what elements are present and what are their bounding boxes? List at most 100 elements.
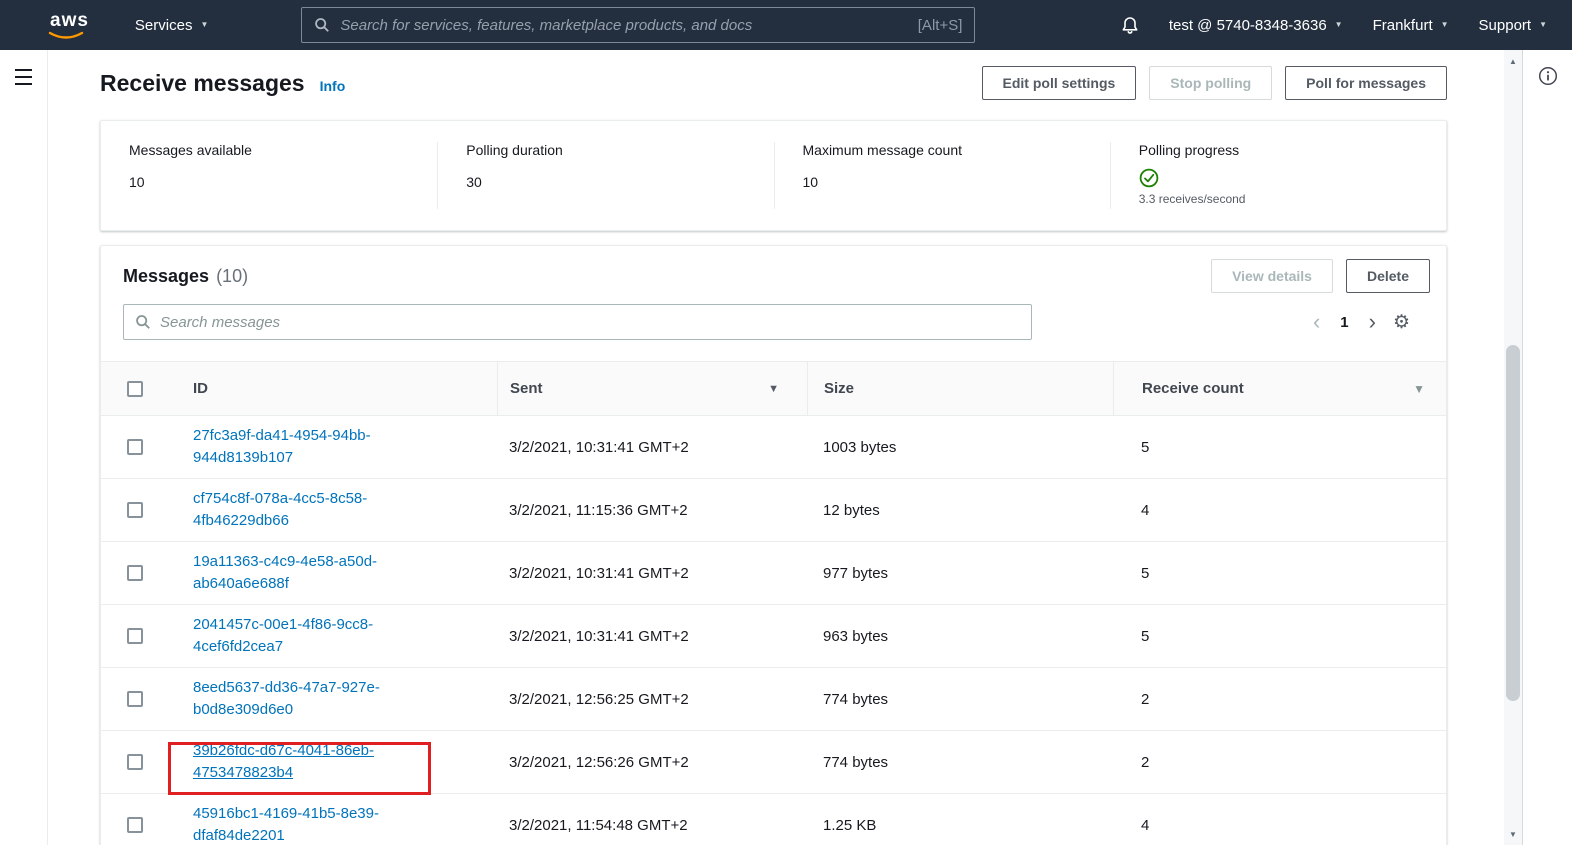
- stat-polling-progress: Polling progress 3.3 receives/second: [1109, 142, 1446, 209]
- message-id-link[interactable]: 27fc3a9f-da41-4954-94bb-944d8139b107: [193, 425, 433, 469]
- scroll-down-button[interactable]: ▼: [1504, 826, 1522, 842]
- support-menu[interactable]: Support ▼: [1479, 17, 1547, 34]
- services-label: Services: [134, 16, 193, 34]
- column-header-id[interactable]: ID: [169, 362, 497, 415]
- stat-maximum-message-count: Maximum message count 10: [773, 142, 1110, 209]
- id-cell: 45916bc1-4169-41b5-8e39-dfaf84de2201: [169, 803, 497, 845]
- receive-count-cell: 5: [1141, 438, 1150, 456]
- table-row: 39b26fdc-d67c-4041-86eb-4753478823b4 3/2…: [101, 731, 1446, 795]
- messages-search[interactable]: [123, 304, 1032, 340]
- column-header-sent[interactable]: Sent ▼: [497, 362, 807, 415]
- row-checkbox-cell: [101, 565, 169, 581]
- info-link[interactable]: Info: [320, 78, 346, 94]
- sent-cell: 3/2/2021, 12:56:26 GMT+2: [509, 753, 689, 771]
- sent-cell: 3/2/2021, 12:56:25 GMT+2: [509, 690, 689, 708]
- table-row: 2041457c-00e1-4f86-9cc8-4cef6fd2cea7 3/2…: [101, 605, 1446, 668]
- search-shortcut-hint: [Alt+S]: [917, 16, 963, 34]
- page-title: Receive messages: [100, 69, 305, 96]
- message-id-link[interactable]: 2041457c-00e1-4f86-9cc8-4cef6fd2cea7: [193, 614, 433, 658]
- size-cell: 12 bytes: [823, 501, 880, 519]
- messages-title: Messages: [123, 265, 210, 286]
- notifications-bell-icon[interactable]: [1121, 16, 1139, 35]
- aws-logo[interactable]: aws: [48, 8, 91, 43]
- message-id-link[interactable]: 8eed5637-dd36-47a7-927e-b0d8e309d6e0: [193, 677, 433, 721]
- size-cell: 774 bytes: [823, 690, 889, 708]
- stat-label: Polling progress: [1138, 142, 1240, 158]
- delete-button[interactable]: Delete: [1345, 259, 1430, 293]
- chevron-down-icon: ▼: [1539, 20, 1547, 29]
- chevron-down-icon: ▼: [200, 20, 209, 29]
- scroll-up-button[interactable]: ▲: [1504, 53, 1522, 69]
- row-checkbox-cell: [101, 439, 169, 455]
- table-row: cf754c8f-078a-4cc5-8c58-4fb46229db66 3/2…: [101, 479, 1446, 542]
- polling-rate-text: 3.3 receives/second: [1138, 192, 1246, 206]
- current-page-number[interactable]: 1: [1340, 314, 1348, 331]
- message-id-link[interactable]: 39b26fdc-d67c-4041-86eb-4753478823b4: [193, 740, 433, 784]
- table-row: 45916bc1-4169-41b5-8e39-dfaf84de2201 3/2…: [101, 794, 1446, 845]
- column-header-receive-count[interactable]: Receive count ▼: [1113, 362, 1446, 415]
- polling-stats-panel: Messages available 10 Polling duration 3…: [100, 120, 1447, 231]
- stop-polling-button[interactable]: Stop polling: [1149, 66, 1273, 100]
- stat-label: Polling duration: [466, 142, 563, 158]
- right-help-rail: [1522, 50, 1572, 845]
- sort-descending-icon[interactable]: ▼: [768, 383, 779, 395]
- column-header-receive-count-label: Receive count: [1142, 380, 1244, 397]
- chevron-right-icon[interactable]: ›: [1369, 311, 1376, 333]
- id-cell: 2041457c-00e1-4f86-9cc8-4cef6fd2cea7: [169, 614, 497, 658]
- column-header-size[interactable]: Size: [807, 362, 1113, 415]
- row-checkbox-cell: [101, 754, 169, 770]
- main-content: Receive messages Info Edit poll settings…: [48, 50, 1504, 845]
- vertical-scrollbar[interactable]: ▲ ▼: [1504, 50, 1522, 845]
- stat-value: 10: [129, 174, 145, 190]
- size-cell: 774 bytes: [823, 753, 889, 771]
- poll-for-messages-button[interactable]: Poll for messages: [1285, 66, 1447, 100]
- id-cell: 8eed5637-dd36-47a7-927e-b0d8e309d6e0: [169, 677, 497, 721]
- row-checkbox[interactable]: [127, 754, 143, 770]
- aws-logo-text: aws: [50, 9, 89, 31]
- column-filter-icon[interactable]: ▼: [1413, 382, 1425, 396]
- account-menu[interactable]: test @ 5740-8348-3636 ▼: [1169, 17, 1343, 34]
- row-checkbox[interactable]: [127, 502, 143, 518]
- table-row: 27fc3a9f-da41-4954-94bb-944d8139b107 3/2…: [101, 416, 1446, 479]
- sent-cell: 3/2/2021, 11:54:48 GMT+2: [509, 816, 688, 834]
- stat-messages-available: Messages available 10: [101, 142, 437, 209]
- messages-panel-header: Messages (10) View details Delete: [101, 246, 1446, 302]
- messages-toolbar: ‹ 1 › ⚙: [101, 302, 1446, 361]
- sent-cell: 3/2/2021, 11:15:36 GMT+2: [509, 501, 688, 519]
- messages-search-input[interactable]: [160, 313, 1020, 331]
- top-navigation-bar: aws Services ▼ [Alt+S] test @ 5740-8348-…: [0, 0, 1572, 50]
- stat-value: 10: [802, 174, 819, 190]
- row-checkbox[interactable]: [127, 439, 143, 455]
- select-all-cell: [101, 362, 169, 415]
- edit-poll-settings-button[interactable]: Edit poll settings: [981, 66, 1137, 100]
- chevron-left-icon[interactable]: ‹: [1313, 311, 1320, 333]
- row-checkbox[interactable]: [127, 565, 143, 581]
- column-header-sent-label: Sent: [510, 380, 543, 397]
- settings-gear-icon[interactable]: ⚙: [1393, 313, 1410, 332]
- row-checkbox[interactable]: [127, 691, 143, 707]
- menu-icon[interactable]: [15, 69, 32, 85]
- stat-label: Messages available: [129, 142, 252, 158]
- message-id-link[interactable]: cf754c8f-078a-4cc5-8c58-4fb46229db66: [193, 488, 433, 532]
- scrollbar-thumb[interactable]: [1506, 345, 1520, 701]
- id-cell: 19a11363-c4c9-4e58-a50d-ab640a6e688f: [169, 551, 497, 595]
- account-label: test @ 5740-8348-3636: [1168, 16, 1327, 34]
- info-panel-icon[interactable]: [1538, 66, 1558, 845]
- view-details-button[interactable]: View details: [1211, 259, 1333, 293]
- id-cell: 27fc3a9f-da41-4954-94bb-944d8139b107: [169, 425, 497, 469]
- messages-count-badge: (10): [216, 265, 249, 286]
- message-id-link[interactable]: 19a11363-c4c9-4e58-a50d-ab640a6e688f: [193, 551, 433, 595]
- services-menu[interactable]: Services ▼: [135, 17, 208, 34]
- select-all-checkbox[interactable]: [127, 380, 143, 397]
- id-cell: 39b26fdc-d67c-4041-86eb-4753478823b4: [168, 740, 497, 795]
- global-search-input[interactable]: [340, 16, 918, 34]
- global-search[interactable]: [Alt+S]: [301, 7, 976, 43]
- region-menu[interactable]: Frankfurt ▼: [1373, 17, 1449, 34]
- stat-label: Maximum message count: [802, 142, 963, 158]
- row-checkbox[interactable]: [127, 817, 143, 833]
- stat-value: 30: [466, 174, 482, 190]
- row-checkbox[interactable]: [127, 628, 143, 644]
- sent-cell: 3/2/2021, 10:31:41 GMT+2: [509, 564, 689, 582]
- message-id-link[interactable]: 45916bc1-4169-41b5-8e39-dfaf84de2201: [193, 803, 433, 845]
- row-checkbox-cell: [101, 817, 169, 833]
